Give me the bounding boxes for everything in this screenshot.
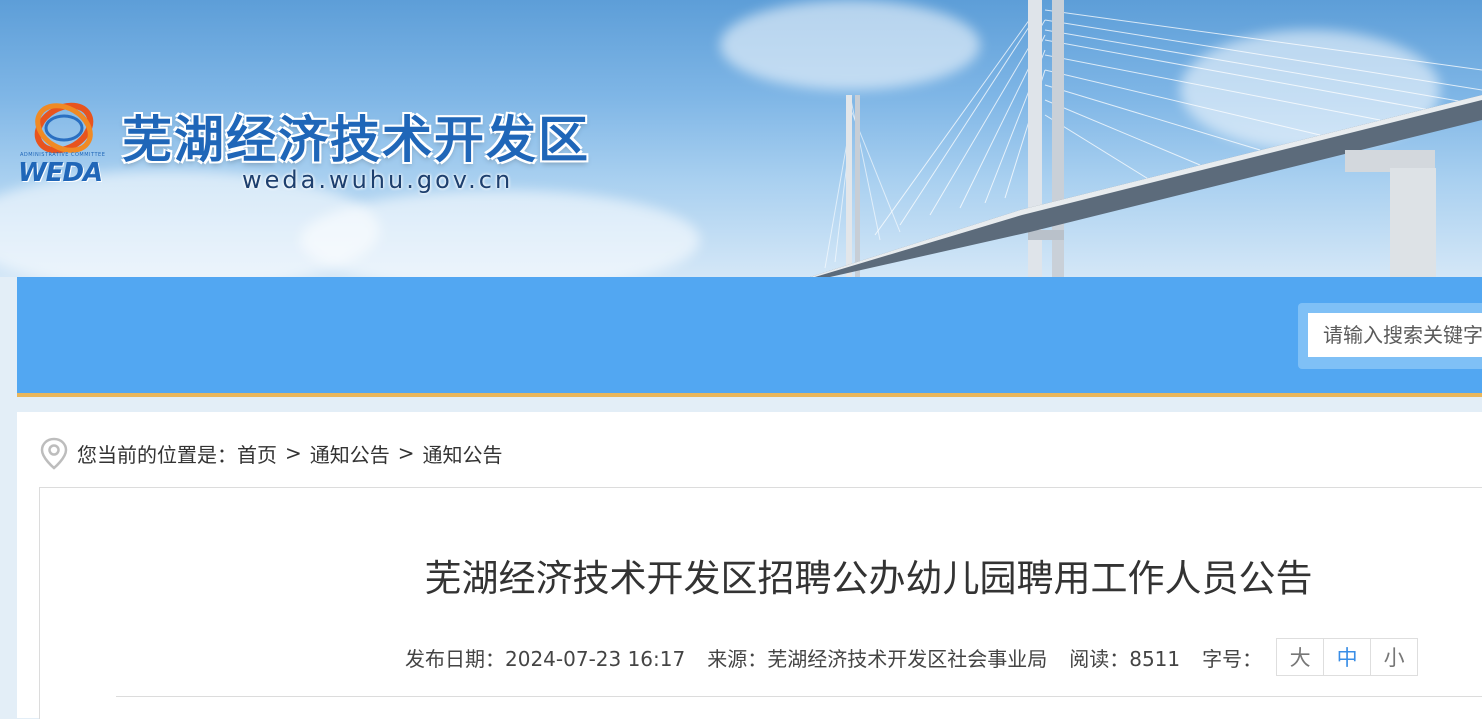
view-count: 阅读：8511 [1069,646,1181,671]
site-title[interactable]: 芜湖经济技术开发区 [122,100,590,172]
meta-divider [116,696,1482,697]
font-size-large-button[interactable]: 大 [1277,639,1325,675]
article-panel: 芜湖经济技术开发区招聘公办幼儿园聘用工作人员公告 发布日期：2024-07-23… [39,487,1482,719]
search-box [1298,303,1482,369]
breadcrumb-notices[interactable]: 通知公告 [310,439,390,468]
breadcrumb-home[interactable]: 首页 [237,439,277,468]
publish-date: 发布日期：2024-07-23 16:17 [405,646,686,671]
breadcrumb-prefix: 您当前的位置是： [77,442,237,467]
header-banner: ADMINISTRATIVE COMMITTEE WEDA 芜湖经济技术开发区 … [0,0,1482,277]
font-size-medium-button[interactable]: 中 [1324,639,1372,675]
logo-wordmark: WEDA [18,158,103,188]
breadcrumb-current[interactable]: 通知公告 [423,439,503,468]
location-pin-icon [40,437,68,470]
font-size-label: 字号： [1202,646,1263,671]
content-area: 您当前的位置是： 首页 > 通知公告 > 通知公告 芜湖经济技术开发区招聘公办幼… [17,412,1482,719]
article-title: 芜湖经济技术开发区招聘公办幼儿园聘用工作人员公告 [424,557,1313,600]
breadcrumb-separator: > [397,441,415,465]
font-size-switcher: 大 中 小 [1276,638,1419,676]
breadcrumb-separator: > [285,441,302,465]
article-source: 来源：芜湖经济技术开发区社会事业局 [707,646,1048,671]
font-size-small-button[interactable]: 小 [1371,639,1418,675]
main-nav-bar [17,277,1482,397]
breadcrumb: 您当前的位置是： 首页 > 通知公告 > 通知公告 [37,436,503,470]
search-input[interactable] [1308,313,1482,357]
site-url: weda.wuhu.gov.cn [242,166,514,194]
article-meta: 发布日期：2024-07-23 16:17 来源：芜湖经济技术开发区社会事业局 … [405,638,1419,676]
